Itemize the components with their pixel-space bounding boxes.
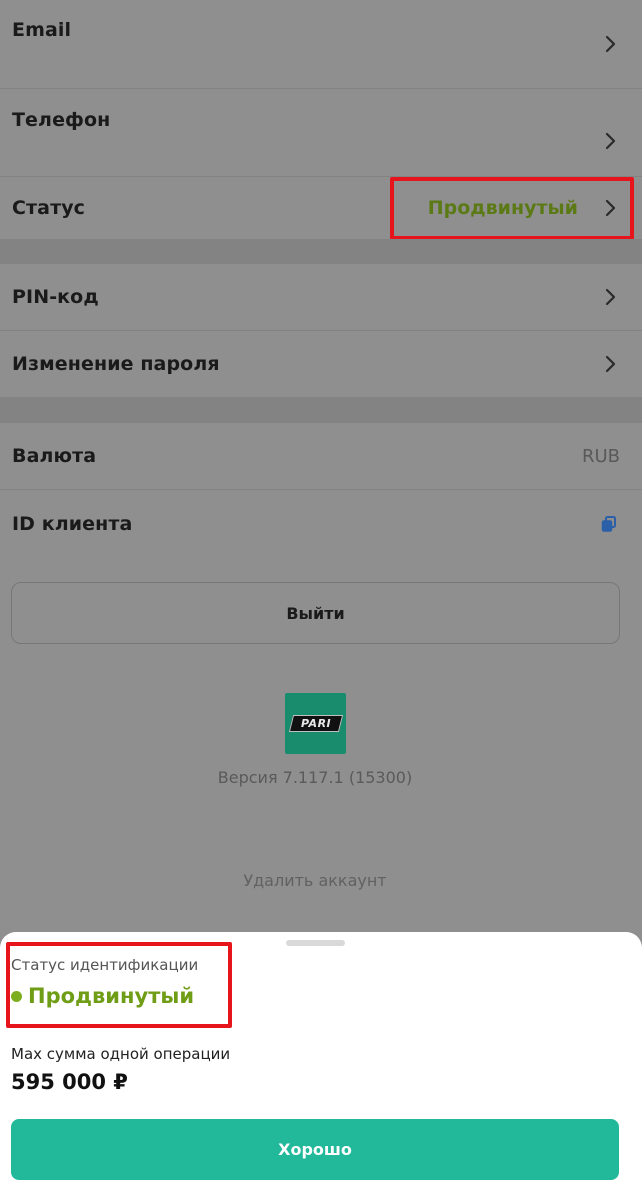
currency-value: RUB — [581, 445, 620, 467]
pin-label: PIN-код — [12, 286, 99, 308]
chevron-right-icon — [598, 352, 622, 376]
max-operation-label: Max сумма одной операции — [11, 1045, 231, 1063]
phone-label: Телефон — [12, 109, 111, 131]
settings-row-phone[interactable]: Телефон — [0, 89, 642, 176]
chevron-right-icon — [598, 129, 622, 153]
email-label: Email — [12, 19, 72, 41]
section-gap — [0, 397, 642, 423]
delete-account-link[interactable]: Удалить аккаунт — [0, 871, 630, 890]
status-highlight-box — [390, 177, 634, 240]
logo-text: PARI — [300, 717, 331, 730]
ok-button[interactable]: Хорошо — [11, 1119, 619, 1180]
logo-mark: PARI — [288, 715, 343, 732]
status-label: Статус — [12, 197, 86, 219]
logout-button[interactable]: Выйти — [11, 582, 620, 644]
settings-row-pin[interactable]: PIN-код — [0, 264, 642, 330]
app-version: Версия 7.117.1 (15300) — [217, 768, 413, 787]
currency-label: Валюта — [12, 445, 97, 467]
settings-row-currency: Валюта RUB — [0, 423, 642, 489]
password-label: Изменение пароля — [12, 353, 220, 375]
client-id-label: ID клиента — [12, 512, 133, 535]
section-gap — [0, 239, 642, 264]
copy-icon[interactable] — [597, 512, 621, 536]
sheet-drag-handle[interactable] — [286, 940, 345, 946]
sheet-status-highlight-box — [6, 942, 232, 1028]
settings-row-email[interactable]: Email — [0, 0, 642, 88]
settings-row-client-id: ID клиента — [0, 490, 642, 557]
max-operation-value: 595 000 ₽ — [11, 1070, 128, 1094]
chevron-right-icon — [598, 285, 622, 309]
settings-row-password[interactable]: Изменение пароля — [0, 331, 642, 397]
chevron-right-icon — [598, 32, 622, 56]
pari-logo: PARI — [285, 693, 346, 754]
